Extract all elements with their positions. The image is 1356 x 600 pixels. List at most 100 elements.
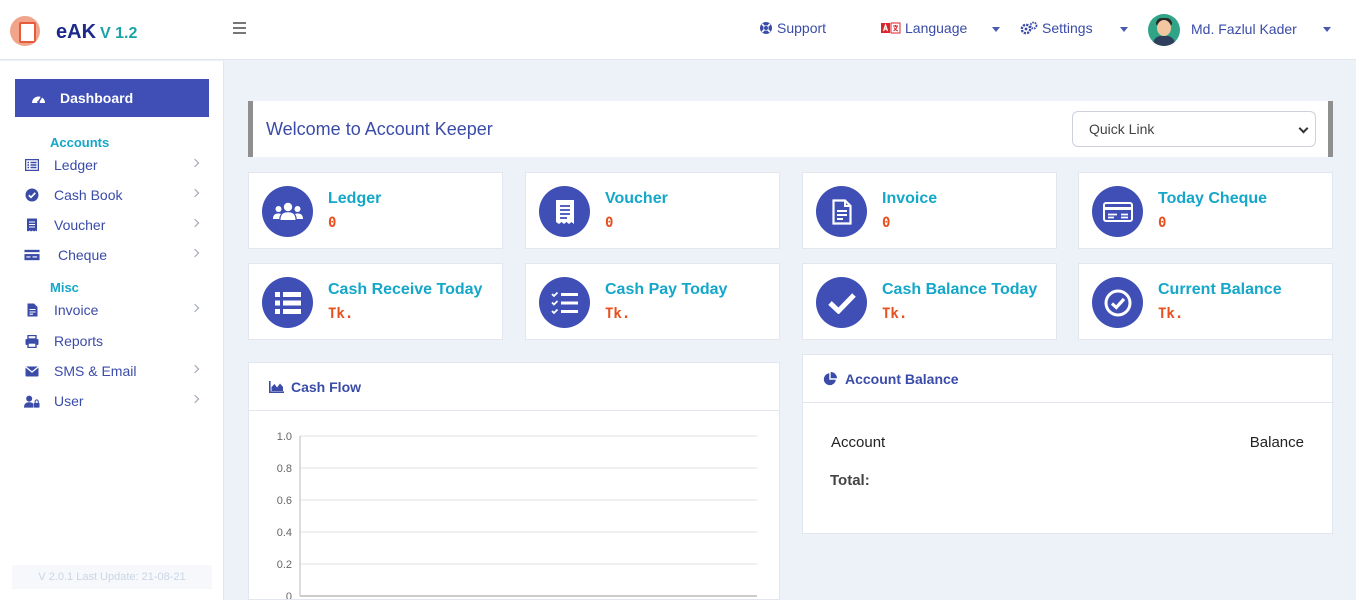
sidebar-item-label: Cash Book	[54, 187, 123, 203]
chevron-right-icon	[190, 158, 200, 168]
sidebar-item-voucher[interactable]: Voucher	[24, 213, 204, 237]
menu-toggle-icon[interactable]	[233, 22, 246, 34]
receipt-icon	[539, 186, 590, 237]
quick-link-value: Quick Link	[1089, 121, 1155, 137]
sidebar-item-label: Cheque	[58, 247, 108, 263]
pie-chart-icon	[823, 372, 837, 391]
support-link[interactable]: Support	[759, 20, 826, 36]
chevron-right-icon	[190, 188, 200, 198]
card-value: Tk.	[605, 306, 631, 322]
sidebar-item-user[interactable]: User	[24, 389, 204, 413]
check-icon	[816, 277, 867, 328]
y-tick-label: 0.2	[277, 559, 292, 571]
chevron-right-icon	[190, 394, 200, 404]
sidebar-item-label: Ledger	[54, 157, 98, 173]
panel-header: Cash Flow	[249, 363, 779, 411]
chevron-right-icon	[190, 303, 200, 313]
chevron-down-icon	[1298, 123, 1309, 134]
card-title: Ledger	[328, 190, 382, 207]
stat-card-invoice[interactable]: Invoice 0	[802, 172, 1057, 249]
settings-caret-icon[interactable]	[1120, 27, 1128, 32]
app-logo-icon	[10, 16, 40, 46]
printer-icon	[24, 334, 40, 348]
page-title: Welcome to Account Keeper	[266, 119, 493, 139]
language-label: Language	[905, 20, 968, 36]
card-title: Voucher	[605, 190, 668, 207]
sidebar-item-dashboard[interactable]: Dashboard	[15, 79, 209, 117]
avatar[interactable]	[1148, 14, 1180, 46]
chevron-right-icon	[190, 364, 200, 374]
column-header-balance: Balance	[1249, 434, 1304, 451]
card-icon	[24, 249, 40, 261]
sidebar-item-cheque[interactable]: Cheque	[24, 243, 204, 267]
account-balance-panel: Account Balance Account Balance Total:	[802, 354, 1333, 534]
card-title: Today Cheque	[1158, 190, 1268, 207]
card-title: Invoice	[882, 190, 938, 207]
stat-card-cash-balance-today[interactable]: Cash Balance Today Tk.	[802, 263, 1057, 340]
brand-name: eAK V 1.2	[56, 21, 137, 44]
brand-title: eAK	[56, 21, 97, 43]
user-name[interactable]: Md. Fazlul Kader	[1191, 21, 1297, 37]
language-icon	[881, 22, 901, 34]
brand-version: V 1.2	[100, 25, 138, 42]
stat-card-today-cheque[interactable]: Today Cheque 0	[1078, 172, 1333, 249]
check-circle-icon	[1092, 277, 1143, 328]
tachometer-icon	[31, 92, 46, 104]
brand[interactable]: eAK V 1.2	[10, 16, 137, 46]
support-label: Support	[777, 20, 827, 36]
card-value: 0	[882, 215, 891, 231]
quick-link-select[interactable]: Quick Link	[1072, 111, 1316, 147]
language-caret-icon[interactable]	[992, 27, 1000, 32]
file-invoice-icon	[816, 186, 867, 237]
users-icon	[262, 186, 313, 237]
card-title: Cash Receive Today	[328, 281, 483, 298]
list-ul-icon	[262, 277, 313, 328]
stat-card-voucher[interactable]: Voucher 0	[525, 172, 780, 249]
sidebar: Dashboard Accounts Ledger Cash Book Vouc…	[0, 61, 224, 600]
sidebar-item-cash-book[interactable]: Cash Book	[24, 183, 204, 207]
cogs-icon	[1020, 21, 1038, 35]
y-tick-label: 0	[286, 591, 292, 599]
y-tick-label: 1.0	[277, 431, 292, 443]
sidebar-item-label: Voucher	[54, 217, 106, 233]
file-icon	[24, 303, 40, 317]
sidebar-item-invoice[interactable]: Invoice	[24, 298, 204, 322]
version-text: V 2.0.1 Last Update: 21-08-21	[12, 565, 212, 589]
stat-card-ledger[interactable]: Ledger 0	[248, 172, 503, 249]
chevron-right-icon	[190, 248, 200, 258]
sidebar-item-sms-email[interactable]: SMS & Email	[24, 359, 204, 383]
card-title: Current Balance	[1158, 281, 1282, 298]
stat-card-cash-pay-today[interactable]: Cash Pay Today Tk.	[525, 263, 780, 340]
user-lock-icon	[24, 395, 40, 408]
panel-title: Cash Flow	[291, 379, 362, 395]
language-menu[interactable]: Language	[881, 20, 967, 36]
cash-flow-chart: 1.0 0.8 0.6 0.4 0.2 0	[277, 431, 757, 599]
card-value: 0	[1158, 215, 1167, 231]
envelope-icon	[24, 365, 40, 377]
card-value: Tk.	[328, 306, 354, 322]
panel-title: Account Balance	[845, 371, 959, 387]
card-value: Tk.	[1158, 306, 1184, 322]
stat-card-current-balance[interactable]: Current Balance Tk.	[1078, 263, 1333, 340]
card-title: Cash Balance Today	[882, 281, 1038, 298]
settings-label: Settings	[1042, 20, 1093, 36]
section-accounts: Accounts	[50, 135, 110, 150]
money-check-icon	[1092, 186, 1143, 237]
card-value: 0	[605, 215, 614, 231]
user-caret-icon[interactable]	[1323, 27, 1331, 32]
sidebar-item-label: Reports	[54, 333, 104, 349]
stat-card-cash-receive-today[interactable]: Cash Receive Today Tk.	[248, 263, 503, 340]
top-bar: eAK V 1.2 Support Language Settings Md. F…	[0, 0, 1356, 60]
receipt-icon	[24, 218, 40, 232]
sidebar-item-reports[interactable]: Reports	[24, 329, 204, 353]
y-tick-label: 0.4	[277, 527, 292, 539]
card-title: Cash Pay Today	[605, 281, 728, 298]
sidebar-item-label: SMS & Email	[54, 363, 137, 379]
column-header-account: Account	[831, 434, 886, 451]
total-label: Total:	[830, 472, 870, 489]
sidebar-item-ledger[interactable]: Ledger	[24, 153, 204, 177]
sidebar-item-label: User	[54, 393, 84, 409]
settings-menu[interactable]: Settings	[1020, 20, 1093, 36]
sidebar-item-label: Invoice	[54, 302, 99, 318]
tasks-icon	[539, 277, 590, 328]
